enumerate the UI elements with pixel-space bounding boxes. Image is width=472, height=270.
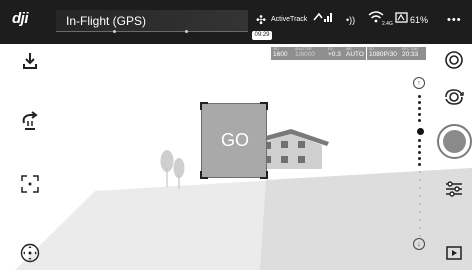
zoom-slider[interactable] [417,75,424,243]
camera-settings-bar[interactable]: ISO 1600 SHUTTER 1/8000 EV +0.3 WB AUTO [271,47,366,60]
target-corner [200,171,208,179]
more-menu-icon[interactable]: ••• [447,10,462,30]
sliders-icon [446,181,462,197]
battery-icon [395,10,409,30]
wb-setting: WB AUTO [346,47,364,58]
download-arrow-icon [23,53,37,69]
app-window: dji In-Flight (GPS) 09:29 ✣ ActiveTrack … [0,0,472,270]
remote-signal-icon [312,10,334,30]
camera-switch-button[interactable] [441,84,467,110]
shutter-inner [443,130,466,153]
focus-frame-icon [21,175,39,193]
video-format: SD 1080P/30 [369,47,397,58]
settings-circle-icon [445,51,463,69]
dji-logo: dji [12,10,29,27]
ev-setting: EV +0.3 [328,47,341,58]
activetrack-icon[interactable]: ✣ [256,10,266,30]
target-corner [200,102,208,110]
camera-switch-icon [445,89,464,105]
flight-mode-label[interactable]: In-Flight (GPS) [56,10,248,32]
go-button[interactable]: GO [202,129,268,151]
target-corner [260,102,268,110]
mode-tick-marker [185,30,188,33]
record-time: REC TIME 20:33 [402,47,419,58]
track-mode-button[interactable] [17,171,43,197]
top-status-bar: dji In-Flight (GPS) 09:29 ✣ ActiveTrack … [0,0,472,44]
wifi-band-label: 2.4G [382,21,393,27]
takeoff-button[interactable] [17,48,43,74]
battery-percentage: 61% [410,15,429,25]
tracking-target-box[interactable]: GO [200,102,268,179]
settings-button[interactable] [441,47,467,73]
zoom-out-icon[interactable]: ↓ [413,238,425,250]
return-home-icon [22,111,38,130]
virtual-joystick-button[interactable] [17,240,43,266]
battery-percentage-icon [395,12,408,23]
iso-setting: ISO 1600 [273,47,288,58]
return-home-button[interactable] [17,108,43,134]
shutter-button[interactable] [437,124,472,159]
remote-signal-bars-icon [313,12,332,22]
mode-tick-marker [113,30,116,33]
playback-button[interactable] [441,240,467,266]
recording-info-bar[interactable]: SD 1080P/30 REC TIME 20:33 [367,47,426,60]
camera-params-button[interactable] [441,176,467,202]
drone-icon: ✣ [256,13,267,27]
target-corner [260,171,268,179]
playback-icon [446,246,462,260]
zoom-slider-knob[interactable] [417,128,424,135]
video-signal-icon: •)) [346,15,356,25]
activetrack-label: ActiveTrack [271,16,308,23]
mode-underline [56,31,248,32]
flight-timer: 09:29 [252,31,272,40]
joystick-icon [20,243,40,263]
shutter-setting: SHUTTER 1/8000 [295,47,315,58]
